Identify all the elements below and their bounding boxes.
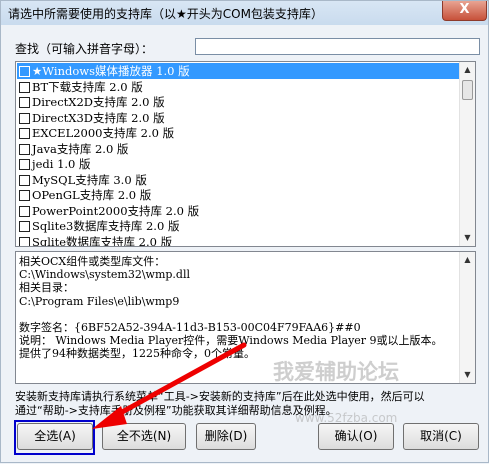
list-item-label: ★Windows媒体播放器 1.0 版 xyxy=(32,64,190,78)
info-line: C:\Program Files\e\lib\wmp9 xyxy=(19,294,180,308)
close-icon: X xyxy=(459,2,470,17)
library-info-box[interactable]: 相关OCX组件或类型库文件： C:\Windows\system32\wmp.dl… xyxy=(15,251,476,384)
ok-button[interactable]: 确认(O) xyxy=(318,423,394,450)
select-all-button[interactable]: 全选(A) xyxy=(17,423,93,450)
list-item-label: DirectX2D支持库 2.0 版 xyxy=(32,95,165,109)
list-item-label: PowerPoint2000支持库 2.0 版 xyxy=(32,203,200,218)
scroll-thumb[interactable] xyxy=(462,80,473,100)
list-item-label: Sqlite数据库支持库 2.0 版 xyxy=(32,234,173,247)
info-scrollbar[interactable]: ▲ ▼ xyxy=(459,252,475,383)
checkbox[interactable] xyxy=(19,190,30,201)
library-dialog: 请选中所需要使用的支持库（以★开头为COM包装支持库） X 查找（可输入拼音字母… xyxy=(0,0,489,463)
checkbox[interactable] xyxy=(19,205,30,217)
list-item[interactable]: EXCEL2000支持库 2.0 版 xyxy=(17,125,460,141)
list-item[interactable]: Java支持库 2.0 版 xyxy=(17,141,460,157)
list-item-label: DirectX3D支持库 2.0 版 xyxy=(32,110,165,125)
dialog-title: 请选中所需要使用的支持库（以★开头为COM包装支持库） xyxy=(8,7,323,21)
scroll-up-icon[interactable]: ▲ xyxy=(460,252,475,268)
search-input[interactable] xyxy=(195,38,480,55)
library-list[interactable]: ★Windows媒体播放器 1.0 版 BT下载支持库 2.0 版 DirectX2… xyxy=(15,61,476,247)
checkbox[interactable] xyxy=(19,128,30,139)
list-item[interactable]: Sqlite3数据库支持库 2.0 版 xyxy=(17,218,460,234)
info-line: C:\Windows\system32\wmp.dll xyxy=(19,268,191,282)
info-line: 提供了94种数据类型，1225种命令，0个常量。 xyxy=(19,347,255,361)
info-line: 说明： Windows Media Player控件，需要Windows Med… xyxy=(19,334,443,348)
list-item[interactable]: DirectX2D支持库 2.0 版 xyxy=(17,94,460,110)
checkbox[interactable] xyxy=(19,143,30,155)
list-scrollbar[interactable]: ▲ ▼ xyxy=(459,62,475,246)
list-item[interactable]: MySQL支持库 3.0 版 xyxy=(17,172,460,188)
scroll-down-icon[interactable]: ▼ xyxy=(460,367,475,383)
checkbox[interactable] xyxy=(19,66,30,77)
list-item[interactable]: jedi 1.0 版 xyxy=(17,156,460,172)
hint-line-2: 通过“帮助->支持库手册及例程”功能获取其详细帮助信息及例程。 xyxy=(15,404,337,417)
checkbox[interactable] xyxy=(19,81,30,93)
checkbox[interactable] xyxy=(19,112,30,124)
list-item[interactable]: ★Windows媒体播放器 1.0 版 xyxy=(17,63,460,79)
list-item-label: Java支持库 2.0 版 xyxy=(32,141,129,156)
watermark-text: 我爱辅助论坛 xyxy=(273,360,399,384)
list-item[interactable]: BT下载支持库 2.0 版 xyxy=(17,79,460,95)
list-item-label: OPenGL支持库 2.0 版 xyxy=(32,188,152,202)
close-button[interactable]: X xyxy=(442,1,487,21)
search-label: 查找（可输入拼音字母）： xyxy=(15,42,154,56)
scroll-down-icon[interactable]: ▼ xyxy=(460,230,475,246)
checkbox[interactable] xyxy=(19,159,30,170)
select-none-button[interactable]: 全不选(N) xyxy=(102,423,186,450)
list-item[interactable]: Sqlite数据库支持库 2.0 版 xyxy=(17,234,460,247)
list-item-label: MySQL支持库 3.0 版 xyxy=(32,172,147,187)
checkbox[interactable] xyxy=(19,97,30,108)
scroll-up-icon[interactable]: ▲ xyxy=(460,62,475,78)
list-item[interactable]: DirectX3D支持库 2.0 版 xyxy=(17,110,460,126)
list-item-label: EXCEL2000支持库 2.0 版 xyxy=(32,126,175,140)
cancel-button[interactable]: 取消(C) xyxy=(403,423,479,450)
checkbox[interactable] xyxy=(19,221,30,232)
checkbox[interactable] xyxy=(19,236,30,246)
info-line: 数字签名：{6BF52A52-394A-11d3-B153-00C04F79FA… xyxy=(19,321,361,334)
checkbox[interactable] xyxy=(19,174,30,186)
delete-button[interactable]: 删除(D) xyxy=(196,423,256,450)
list-item[interactable]: OPenGL支持库 2.0 版 xyxy=(17,187,460,203)
list-item-label: Sqlite3数据库支持库 2.0 版 xyxy=(32,219,180,233)
list-item-label: BT下载支持库 2.0 版 xyxy=(32,79,143,94)
title-bar[interactable]: 请选中所需要使用的支持库（以★开头为COM包装支持库） X xyxy=(1,1,488,25)
info-line: 相关目录： xyxy=(19,281,74,295)
list-item-label: jedi 1.0 版 xyxy=(32,157,91,171)
info-line: 相关OCX组件或类型库文件： xyxy=(19,255,166,268)
list-item[interactable]: PowerPoint2000支持库 2.0 版 xyxy=(17,203,460,219)
